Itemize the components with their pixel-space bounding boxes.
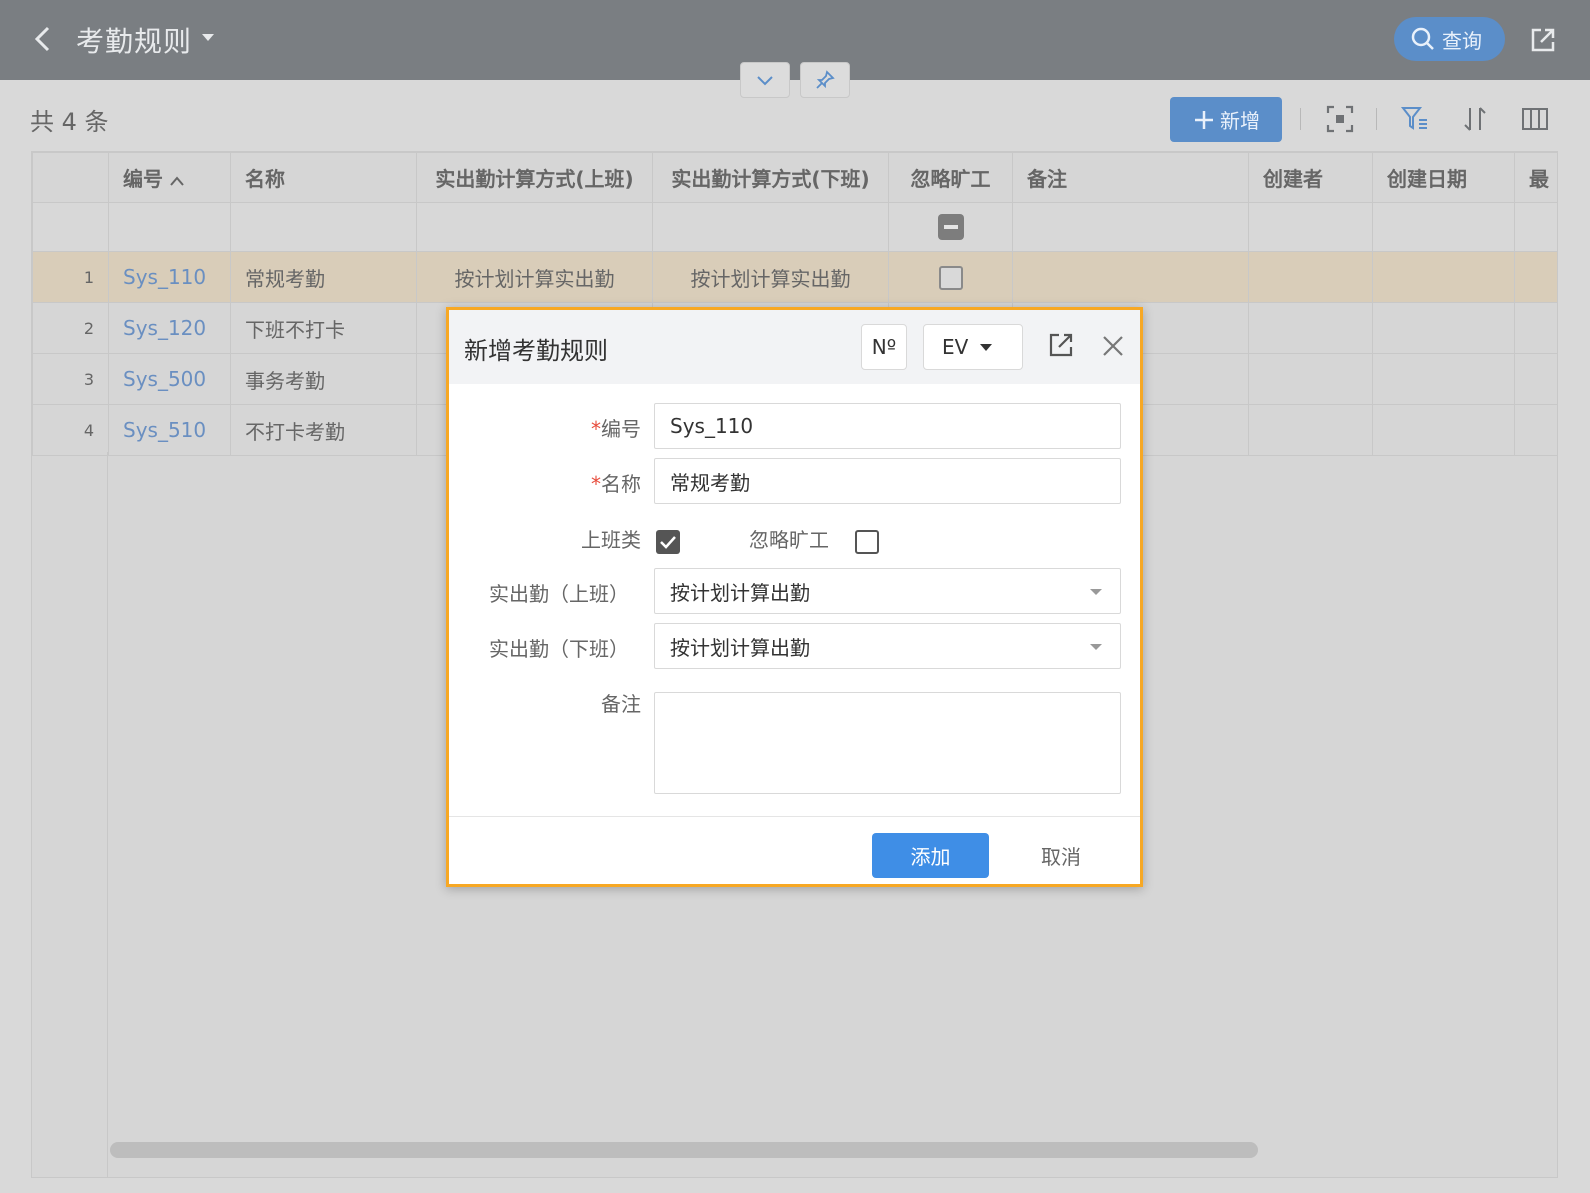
popout-icon[interactable] [1046,330,1076,360]
record-count: 共 4 条 [30,108,109,136]
ev-dropdown[interactable]: EV [923,324,1023,370]
row-code-link[interactable]: Sys_510 [108,404,231,456]
top-bar: 考勤规则 查询 [0,0,1590,80]
pin-icon [816,70,835,89]
ignore-absence-checkbox[interactable] [938,265,963,290]
row-number: 2 [32,302,109,354]
row-number-divider [107,452,108,1177]
ignore-absence-label: 忽略旷工 [749,528,829,552]
filter-cell[interactable] [416,202,653,252]
row-name: 常规考勤 [230,251,417,303]
add-button[interactable]: 新增 [1170,97,1282,142]
sort-icon[interactable] [1460,104,1490,134]
column-header-calc-off[interactable]: 实出勤计算方式(下班) [652,152,889,203]
indeterminate-checkbox[interactable] [937,214,964,241]
remark-textarea[interactable] [654,692,1121,794]
horizontal-scrollbar[interactable] [110,1142,1258,1158]
row-number: 4 [32,404,109,456]
row-name: 不打卡考勤 [230,404,417,456]
name-label: *名称 [591,472,641,496]
row-code-link[interactable]: Sys_120 [108,302,231,354]
filter-cell [888,202,1013,252]
column-header-last[interactable]: 最 [1514,152,1557,203]
toolbar-divider [1376,108,1377,130]
required-marker: * [591,472,601,496]
column-header-created-date[interactable]: 创建日期 [1372,152,1515,203]
dialog-footer-divider [449,816,1140,817]
filter-cell[interactable] [230,202,417,252]
numbering-button[interactable]: Nº [861,324,907,370]
close-icon[interactable] [1099,332,1127,360]
required-marker: * [591,417,601,441]
column-header-name[interactable]: 名称 [230,152,417,203]
columns-icon[interactable] [1520,104,1550,134]
add-submit-button[interactable]: 添加 [872,833,989,878]
filter-cell[interactable] [1248,202,1373,252]
filter-cell[interactable] [1012,202,1249,252]
filter-cell[interactable] [1514,202,1557,252]
pin-toggle[interactable] [800,62,850,98]
search-icon [1411,27,1434,50]
filter-icon[interactable] [1400,104,1430,134]
plus-icon [1195,110,1213,129]
caret-down-icon [980,343,993,351]
chevron-down-icon [757,76,773,86]
name-input[interactable]: 常规考勤 [654,458,1121,504]
dialog-header: 新增考勤规则 Nº EV [449,310,1140,384]
table-header-row: 编号 名称 实出勤计算方式(上班) 实出勤计算方式(下班) 忽略旷工 备注 创建… [32,152,1557,203]
row-number: 1 [32,251,109,303]
add-label: 新增 [1220,109,1260,133]
share-icon[interactable] [1527,24,1559,56]
row-number-header [32,152,109,203]
back-arrow-icon[interactable] [26,22,60,56]
query-button[interactable]: 查询 [1394,17,1505,61]
filter-cell[interactable] [652,202,889,252]
column-header-code[interactable]: 编号 [108,152,231,203]
filter-row [32,202,1557,252]
calc-off-label: 实出勤（下班） [489,637,629,661]
sort-asc-icon [170,175,184,186]
filter-cell[interactable] [108,202,231,252]
work-type-label: 上班类 [581,528,641,552]
ev-label: EV [942,335,969,359]
cancel-button[interactable]: 取消 [1021,833,1101,878]
column-header-calc-on[interactable]: 实出勤计算方式(上班) [416,152,653,203]
row-number: 3 [32,353,109,405]
column-header-ignore-absence[interactable]: 忽略旷工 [888,152,1013,203]
calc-on-label: 实出勤（上班） [489,582,629,606]
column-header-creator[interactable]: 创建者 [1248,152,1373,203]
caret-down-icon [1090,644,1102,650]
toolbar-divider [1300,108,1301,130]
row-name: 下班不打卡 [230,302,417,354]
row-name: 事务考勤 [230,353,417,405]
calc-on-select[interactable]: 按计划计算出勤 [654,568,1121,614]
column-header-remark[interactable]: 备注 [1012,152,1249,203]
code-label: *编号 [591,417,641,441]
filter-cell[interactable] [1372,202,1515,252]
calc-off-select[interactable]: 按计划计算出勤 [654,623,1121,669]
fullscreen-icon[interactable] [1325,104,1355,134]
add-rule-dialog: 新增考勤规则 Nº EV *编号 Sys_110 *名称 常规考勤 上班类 忽略… [446,307,1143,887]
page-title[interactable]: 考勤规则 [76,20,192,60]
row-code-link[interactable]: Sys_110 [108,251,231,303]
title-dropdown-icon[interactable] [202,34,214,41]
remark-label: 备注 [601,692,641,716]
ignore-absence-checkbox[interactable] [855,530,879,554]
row-calc-off: 按计划计算实出勤 [652,251,889,303]
collapse-toggle[interactable] [740,62,790,98]
table-row[interactable]: 1 Sys_110 常规考勤 按计划计算实出勤 按计划计算实出勤 [32,251,1557,303]
dialog-title: 新增考勤规则 [464,337,608,365]
query-label: 查询 [1442,28,1482,53]
row-calc-on: 按计划计算实出勤 [416,251,653,303]
code-input[interactable]: Sys_110 [654,403,1121,449]
caret-down-icon [1090,589,1102,595]
row-code-link[interactable]: Sys_500 [108,353,231,405]
